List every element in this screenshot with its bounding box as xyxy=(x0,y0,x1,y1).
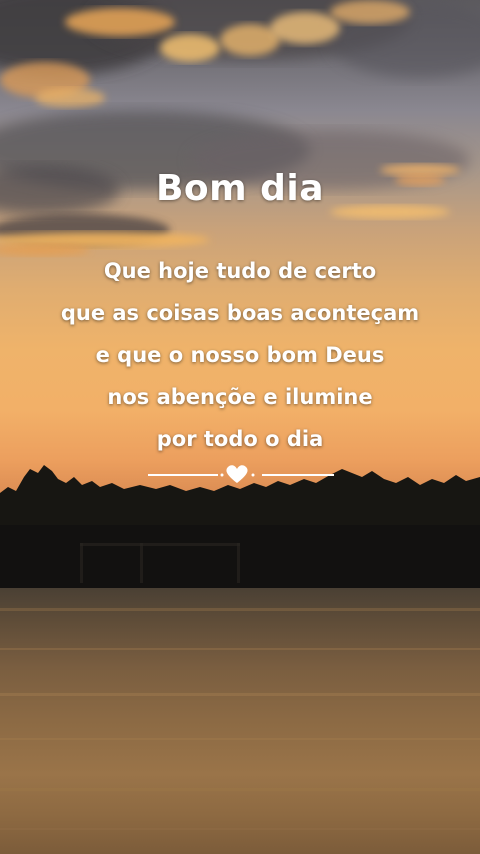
message-line: e que o nosso bom Deus xyxy=(95,343,385,367)
message-line: nos abençõe e ilumine xyxy=(107,385,373,409)
greeting-overlay: Bom dia Que hoje tudo de certo que as co… xyxy=(0,0,480,500)
heart-icon xyxy=(226,465,248,483)
greeting-title: Bom dia xyxy=(155,168,325,209)
sunset-photo-card: Bom dia Que hoje tudo de certo que as co… xyxy=(0,0,480,854)
water-reflection xyxy=(0,608,480,830)
message-line: por todo o dia xyxy=(156,427,324,451)
message-line: Que hoje tudo de certo xyxy=(103,259,377,283)
message-line: que as coisas boas aconteçam xyxy=(60,301,420,325)
greeting-message: Que hoje tudo de certo que as coisas boa… xyxy=(0,250,480,460)
heart-divider xyxy=(148,465,334,483)
